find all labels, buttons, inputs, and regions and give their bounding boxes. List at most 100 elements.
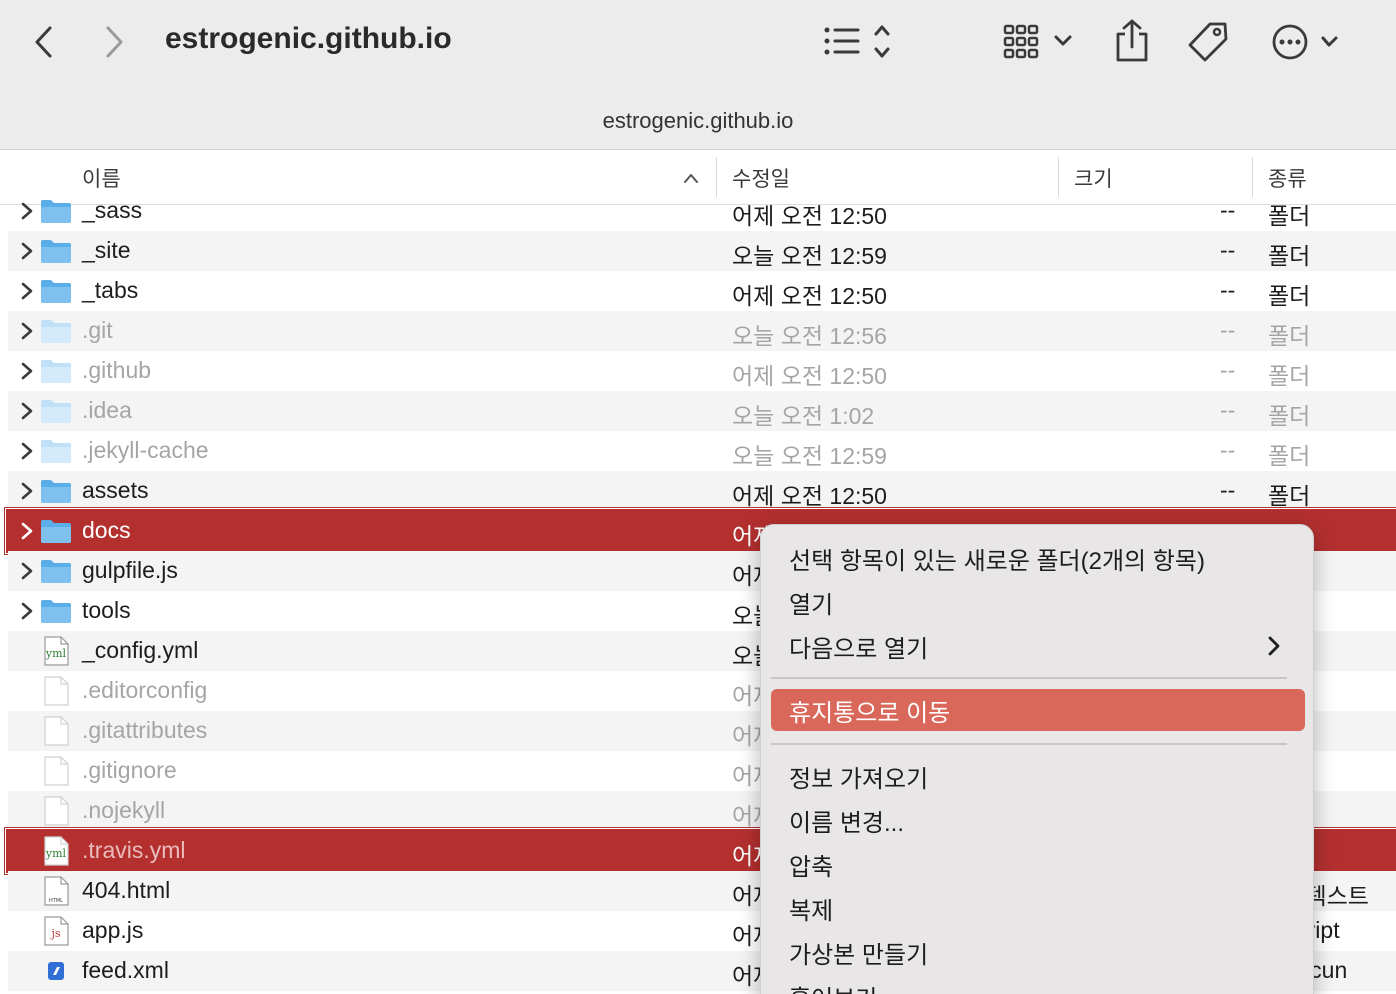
file-size: --	[1220, 357, 1236, 383]
xml-file-icon	[42, 956, 74, 982]
column-divider[interactable]	[1252, 157, 1253, 197]
file-name: _sass	[82, 197, 143, 223]
file-modified: 오늘 오전 12:56	[732, 323, 887, 349]
menu-item-open-with[interactable]: 다음으로 열기	[771, 625, 1305, 667]
window-title: estrogenic.github.io	[165, 22, 452, 55]
folder-icon	[40, 238, 72, 264]
column-divider[interactable]	[716, 157, 717, 197]
html-file-icon: HTML	[42, 876, 74, 906]
chevron-left-icon	[35, 26, 52, 58]
folder-icon	[40, 278, 72, 304]
yml-file-icon: yml	[42, 836, 74, 866]
forward-button[interactable]	[102, 24, 128, 60]
disclosure-chevron-icon[interactable]	[18, 440, 36, 462]
file-kind: 폴더	[1268, 403, 1311, 429]
file-name: .jekyll-cache	[82, 437, 209, 463]
tag-button[interactable]	[1186, 20, 1230, 64]
group-button[interactable]	[1002, 22, 1078, 62]
file-row[interactable]: .github 어제 오전 12:50 -- 폴더	[8, 351, 1396, 391]
back-button[interactable]	[30, 24, 56, 60]
js-file-icon: js	[42, 916, 74, 946]
submenu-chevron-icon	[1267, 635, 1281, 664]
file-kind: 폴더	[1268, 243, 1311, 269]
toolbar: estrogenic.github.io estrogenic.github.i…	[0, 0, 1396, 150]
svg-text:yml: yml	[45, 847, 67, 860]
disclosure-chevron-icon[interactable]	[18, 240, 36, 262]
column-divider[interactable]	[1058, 157, 1059, 197]
file-name: 404.html	[82, 877, 171, 903]
disclosure-chevron-icon[interactable]	[18, 520, 36, 542]
folder-icon	[40, 198, 72, 224]
menu-item-get-info[interactable]: 정보 가져오기	[771, 755, 1305, 797]
disclosure-chevron-icon[interactable]	[18, 480, 36, 502]
file-size: --	[1220, 277, 1236, 303]
file-name: .editorconfig	[82, 677, 208, 703]
file-row[interactable]: _sass 어제 오전 12:50 -- 폴더	[8, 192, 1396, 231]
folder-icon	[40, 598, 72, 624]
menu-item-new-folder-with-selection[interactable]: 선택 항목이 있는 새로운 폴더(2개의 항목)	[771, 537, 1305, 579]
file-name: tools	[82, 597, 131, 623]
folder-icon	[40, 438, 72, 464]
file-size: --	[1220, 197, 1236, 223]
file-kind: 폴더	[1268, 483, 1311, 509]
context-menu: 선택 항목이 있는 새로운 폴더(2개의 항목) 열기 다음으로 열기 휴지통으…	[760, 524, 1314, 994]
file-row[interactable]: .jekyll-cache 오늘 오전 12:59 -- 폴더	[8, 431, 1396, 471]
file-name: gulpfile.js	[82, 557, 178, 583]
folder-icon	[40, 478, 72, 504]
more-icon	[1272, 24, 1338, 60]
more-actions-button[interactable]	[1270, 22, 1342, 62]
menu-item-duplicate[interactable]: 복제	[771, 887, 1305, 929]
file-icon	[42, 676, 74, 706]
disclosure-chevron-icon[interactable]	[18, 600, 36, 622]
file-modified: 오늘 오전 12:59	[732, 443, 887, 469]
file-size: --	[1220, 397, 1236, 423]
svg-text:HTML: HTML	[49, 898, 63, 904]
file-name: .nojekyll	[82, 797, 166, 823]
view-mode-button[interactable]	[820, 22, 896, 62]
menu-item-move-to-trash[interactable]: 휴지통으로 이동	[771, 689, 1305, 731]
file-row[interactable]: _tabs 어제 오전 12:50 -- 폴더	[8, 271, 1396, 311]
disclosure-chevron-icon[interactable]	[18, 200, 36, 222]
grid-icon	[1003, 24, 1072, 59]
file-row[interactable]: _site 오늘 오전 12:59 -- 폴더	[8, 231, 1396, 271]
file-size: --	[1220, 477, 1236, 503]
file-row[interactable]: .git 오늘 오전 12:56 -- 폴더	[8, 311, 1396, 351]
file-icon	[42, 756, 74, 786]
file-name: .github	[82, 357, 152, 383]
disclosure-chevron-icon[interactable]	[18, 280, 36, 302]
share-button[interactable]	[1112, 18, 1152, 64]
file-modified: 어제 오전 12:50	[732, 203, 887, 229]
file-name: assets	[82, 477, 149, 503]
menu-item-make-alias[interactable]: 가상본 만들기	[771, 931, 1305, 973]
menu-item-quick-look[interactable]: 훑어보기	[771, 975, 1305, 994]
file-row[interactable]: .idea 오늘 오전 1:02 -- 폴더	[8, 391, 1396, 431]
disclosure-chevron-icon[interactable]	[18, 560, 36, 582]
file-kind: 폴더	[1268, 323, 1311, 349]
file-modified: 오늘 오전 12:59	[732, 243, 887, 269]
file-name: .git	[82, 317, 113, 343]
file-name: .gitattributes	[82, 717, 208, 743]
file-modified: 어제 오전 12:50	[732, 363, 887, 389]
sort-indicator[interactable]	[680, 169, 702, 187]
folder-icon	[40, 358, 72, 384]
chevron-right-icon	[106, 26, 123, 58]
svg-text:js: js	[49, 927, 60, 940]
file-icon	[42, 716, 74, 746]
disclosure-chevron-icon[interactable]	[18, 320, 36, 342]
chevron-up-icon	[684, 174, 698, 183]
file-modified: 어제 오전 12:50	[732, 283, 887, 309]
file-kind: 폴더	[1268, 283, 1311, 309]
disclosure-chevron-icon[interactable]	[18, 360, 36, 382]
yml-file-icon: yml	[42, 636, 74, 666]
menu-item-rename[interactable]: 이름 변경...	[771, 799, 1305, 841]
menu-item-compress[interactable]: 압축	[771, 843, 1305, 885]
share-icon	[1116, 19, 1148, 62]
disclosure-chevron-icon[interactable]	[18, 400, 36, 422]
menu-item-open[interactable]: 열기	[771, 581, 1305, 623]
file-name: _tabs	[82, 277, 139, 303]
file-row[interactable]: assets 어제 오전 12:50 -- 폴더	[8, 471, 1396, 511]
list-view-icon	[824, 25, 890, 58]
svg-text:yml: yml	[45, 647, 67, 660]
file-name: .gitignore	[82, 757, 177, 783]
file-name: docs	[82, 517, 131, 543]
